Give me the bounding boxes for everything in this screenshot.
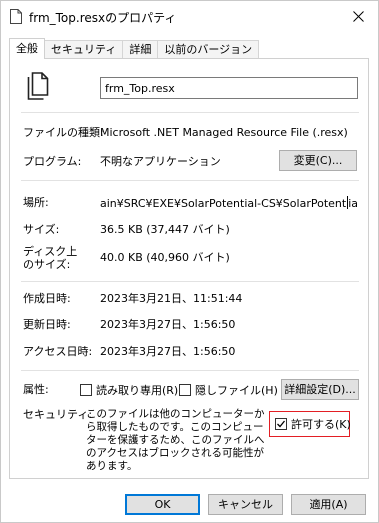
location-label: 場所: bbox=[23, 196, 49, 209]
disk-size-label-line2: のサイズ: bbox=[23, 258, 71, 271]
security-label: セキュリティ: bbox=[23, 408, 93, 421]
ok-button[interactable]: OK bbox=[125, 494, 200, 515]
tab-previous-versions[interactable]: 以前のバージョン bbox=[157, 40, 260, 58]
file-type-value: Microsoft .NET Managed Resource File (.r… bbox=[100, 126, 348, 139]
change-program-button[interactable]: 変更(C)... bbox=[279, 150, 357, 171]
location-text-end: ial¥1.From bbox=[348, 197, 358, 210]
accessed-value: 2023年3月27日、1:56:50 bbox=[100, 345, 236, 358]
file-type-label: ファイルの種類: bbox=[23, 126, 104, 139]
accessed-label: アクセス日時: bbox=[23, 345, 93, 358]
modified-value: 2023年3月27日、1:56:50 bbox=[100, 318, 236, 331]
allow-label[interactable]: 許可する(K) bbox=[291, 418, 351, 431]
apply-button[interactable]: 適用(A) bbox=[291, 494, 366, 515]
checkmark-icon bbox=[277, 420, 286, 428]
program-label: プログラム: bbox=[23, 155, 82, 168]
tab-security[interactable]: セキュリティ bbox=[44, 40, 124, 58]
tab-general[interactable]: 全般 bbox=[9, 38, 45, 59]
divider bbox=[21, 281, 359, 282]
properties-dialog: frm_Top.resxのプロパティ 全般 セキュリティ 詳細 以前のバージョン… bbox=[0, 0, 379, 523]
attributes-label: 属性: bbox=[23, 383, 49, 396]
close-button[interactable] bbox=[344, 3, 372, 29]
advanced-button[interactable]: 詳細設定(D)... bbox=[281, 379, 359, 400]
size-value: 36.5 KB (37,447 バイト) bbox=[100, 223, 230, 236]
size-label: サイズ: bbox=[23, 223, 60, 236]
modified-label: 更新日時: bbox=[23, 318, 71, 331]
readonly-label[interactable]: 読み取り専用(R) bbox=[96, 384, 178, 397]
readonly-checkbox[interactable] bbox=[80, 384, 92, 396]
general-panel: ファイルの種類: Microsoft .NET Managed Resource… bbox=[9, 58, 369, 479]
location-text-start: ain¥SRC¥EXE¥SolarPotential-CS¥SolarPoten… bbox=[100, 197, 347, 210]
divider bbox=[21, 112, 359, 113]
hidden-checkbox[interactable] bbox=[179, 384, 191, 396]
created-value: 2023年3月21日、11:51:44 bbox=[100, 292, 243, 305]
tab-details[interactable]: 詳細 bbox=[122, 40, 159, 58]
allow-checkbox[interactable] bbox=[275, 418, 287, 430]
disk-size-value: 40.0 KB (40,960 バイト) bbox=[100, 251, 230, 264]
filename-input[interactable] bbox=[100, 77, 358, 99]
title-bar[interactable]: frm_Top.resxのプロパティ bbox=[1, 1, 378, 31]
security-warning-text: このファイルは他のコンピューターから取得したものです。このコンピューターを保護す… bbox=[86, 408, 265, 472]
disk-size-label-line1: ディスク上 bbox=[23, 245, 78, 258]
location-value[interactable]: ain¥SRC¥EXE¥SolarPotential-CS¥SolarPoten… bbox=[100, 196, 358, 210]
divider bbox=[21, 370, 359, 371]
hidden-label[interactable]: 隠しファイル(H) bbox=[195, 384, 278, 397]
cancel-button[interactable]: キャンセル bbox=[208, 494, 283, 515]
tab-strip: 全般 セキュリティ 詳細 以前のバージョン bbox=[9, 38, 260, 59]
divider bbox=[21, 180, 359, 181]
program-value: 不明なアプリケーション bbox=[100, 155, 221, 168]
window-title: frm_Top.resxのプロパティ bbox=[29, 11, 177, 25]
file-icon bbox=[27, 72, 49, 100]
document-icon bbox=[10, 9, 22, 24]
close-icon bbox=[352, 10, 364, 22]
created-label: 作成日時: bbox=[23, 292, 71, 305]
